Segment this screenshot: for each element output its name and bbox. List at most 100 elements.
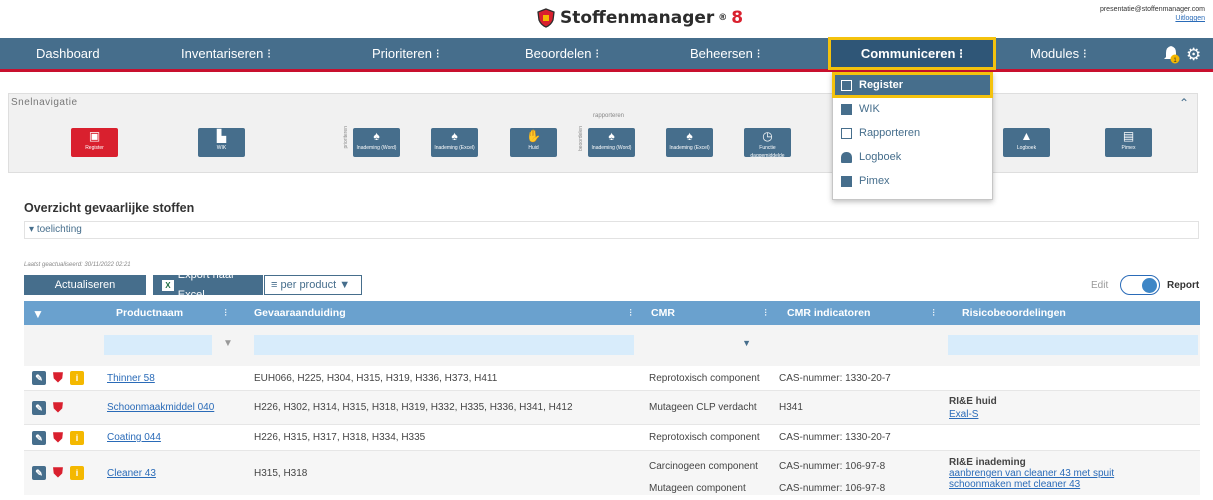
indicator-cell: CAS-nummer: 106-97-8 xyxy=(779,483,886,494)
menu-item-register[interactable]: Register xyxy=(832,72,993,98)
table-row: ✎ ⛊ i Coating 044 H226, H315, H317, H318, … xyxy=(24,425,1200,451)
risk-link[interactable]: schoonmaken met cleaner 43 xyxy=(949,479,1114,490)
cmr-cell: Reprotoxisch component xyxy=(649,432,760,443)
menu-item-label: Pimex xyxy=(859,175,890,187)
tile-prio-inademing-excel[interactable]: ♠ Inademing (Excel) xyxy=(431,128,478,157)
indicator-cell: CAS-nummer: 1330-20-7 xyxy=(779,372,891,384)
product-link[interactable]: Schoonmaakmiddel 040 xyxy=(107,391,214,424)
shield-icon[interactable]: ⛊ xyxy=(51,371,65,385)
group-label-prioriteren: prioriteren xyxy=(343,126,349,149)
lungs-icon: ♠ xyxy=(451,129,458,143)
tile-wik[interactable]: ▙ WIK xyxy=(198,128,245,157)
filter-gevaar-input[interactable] xyxy=(254,335,634,355)
col-menu-icon[interactable]: ⁝ xyxy=(932,307,935,319)
edit-icon[interactable]: ✎ xyxy=(32,430,46,445)
caret-down-icon: ▼ xyxy=(336,279,351,291)
product-link[interactable]: Thinner 58 xyxy=(107,366,155,390)
menu-item-wik[interactable]: WIK xyxy=(833,97,992,121)
chevron-down-icon: ▾ xyxy=(29,224,37,235)
col-risicobeoordelingen[interactable]: Risicobeoordelingen xyxy=(962,307,1066,319)
toggle-knob xyxy=(1142,278,1157,293)
info-icon[interactable]: i xyxy=(70,430,84,445)
nav-communiceren[interactable]: Communiceren ⁝ xyxy=(828,37,996,70)
info-icon[interactable]: i xyxy=(70,466,84,480)
gear-icon[interactable]: ⚙ xyxy=(1186,45,1201,65)
nav-modules[interactable]: Modules ⁝ xyxy=(1030,38,1087,69)
nav-beheersen[interactable]: Beheersen ⁝ xyxy=(690,38,761,69)
tile-prio-inademing-word[interactable]: ♠ Inademing (Word) xyxy=(353,128,400,157)
toelichting-toggle[interactable]: ▾ toelichting xyxy=(24,221,1199,239)
risk-title: RI&E huid xyxy=(949,396,997,407)
cmr-cell: Mutageen CLP verdacht xyxy=(649,402,757,413)
logout-link[interactable]: Uitloggen xyxy=(1100,14,1205,23)
tile-beoord-inademing-word[interactable]: ♠ Inademing (Word) xyxy=(588,128,635,157)
app-header: Stoffenmanager ® 8 presentatie@stoffenmana… xyxy=(0,0,1213,38)
filter-funnel-icon[interactable]: ▼ xyxy=(32,307,44,321)
refresh-button[interactable]: Actualiseren xyxy=(24,275,146,295)
shield-icon[interactable]: ⛊ xyxy=(51,466,65,480)
col-menu-icon[interactable]: ⁝ xyxy=(629,307,632,319)
col-menu-icon[interactable]: ⁝ xyxy=(764,307,767,319)
tile-register[interactable]: ▣ Register xyxy=(71,128,118,157)
menu-item-rapporteren[interactable]: Rapporteren xyxy=(833,121,992,145)
product-link[interactable]: Coating 044 xyxy=(107,425,161,450)
shield-icon[interactable]: ⛊ xyxy=(51,400,65,415)
risk-link[interactable]: Exal-S xyxy=(949,408,997,421)
risk-link[interactable]: aanbrengen van cleaner 43 met spuit xyxy=(949,468,1114,479)
clapper-icon: ▤ xyxy=(1122,129,1135,143)
col-cmr[interactable]: CMR xyxy=(651,307,675,319)
menu-item-logboek[interactable]: Logboek xyxy=(833,145,992,169)
risk-title: RI&E inademing xyxy=(949,457,1026,468)
nav-dashboard[interactable]: Dashboard xyxy=(36,38,100,69)
collapse-icon[interactable]: ⌃ xyxy=(1179,96,1189,110)
product-link[interactable]: Cleaner 43 xyxy=(107,451,156,495)
nav-inventariseren[interactable]: Inventariseren ⁝ xyxy=(181,38,271,69)
hand-icon: ✋ xyxy=(526,129,541,143)
user-box: presentatie@stoffenmanager.com Uitloggen xyxy=(1100,5,1205,23)
tile-label: Inademing (Word) xyxy=(591,145,632,151)
tile-label: Inademing (Excel) xyxy=(669,145,710,151)
edit-icon[interactable]: ✎ xyxy=(32,371,46,385)
menu-item-label: Register xyxy=(859,79,904,91)
filter-risico-input[interactable] xyxy=(948,335,1198,355)
menu-item-label: Rapporteren xyxy=(859,127,921,139)
tile-pimex[interactable]: ▤ Pimex xyxy=(1105,128,1152,157)
info-icon[interactable]: i xyxy=(70,371,84,385)
filter-cmr-select[interactable]: ▼ xyxy=(648,335,759,355)
edit-icon[interactable]: ✎ xyxy=(32,466,46,480)
tile-beoord-inademing-excel[interactable]: ♠ Inademing (Excel) xyxy=(666,128,713,157)
report-label: Report xyxy=(1167,280,1200,291)
export-excel-button[interactable]: X Export naar Excel xyxy=(153,269,263,301)
cmr-cell: Carcinogeen component xyxy=(649,461,758,472)
tile-functie-daggemiddelde[interactable]: ◷ Functie daggemiddelde xyxy=(744,128,791,159)
bell-small-icon: ▲ xyxy=(1020,129,1033,143)
indicator-cell: H341 xyxy=(779,402,803,413)
col-cmr-indicatoren[interactable]: CMR indicatoren xyxy=(787,307,870,319)
edit-icon[interactable]: ✎ xyxy=(32,400,46,415)
communiceren-dropdown: Register WIK Rapporteren Logboek Pimex xyxy=(832,72,993,200)
menu-item-pimex[interactable]: Pimex xyxy=(833,169,992,193)
filter-product-input[interactable] xyxy=(104,335,212,355)
export-label: Export naar Excel xyxy=(177,269,235,301)
register-icon: ▣ xyxy=(88,129,101,143)
filter-funnel-icon[interactable]: ▼ xyxy=(223,338,233,349)
edit-report-toggle[interactable] xyxy=(1120,275,1160,295)
col-productnaam[interactable]: Productnaam xyxy=(116,307,183,319)
bell-icon[interactable]: 1 xyxy=(1162,44,1180,64)
tile-prio-huid[interactable]: ✋ Huid xyxy=(510,128,557,157)
shield-icon[interactable]: ⛊ xyxy=(51,430,65,445)
tile-logboek[interactable]: ▲ Logboek xyxy=(1003,128,1050,157)
per-product-select[interactable]: ≡ per product ▼ xyxy=(264,275,362,295)
col-menu-icon[interactable]: ⁝ xyxy=(224,307,227,319)
document-icon xyxy=(841,127,852,139)
edit-label: Edit xyxy=(1091,280,1109,291)
lungs-icon: ♠ xyxy=(608,129,615,143)
col-gevaaraanduiding[interactable]: Gevaaraanduiding xyxy=(254,307,346,319)
per-product-label: per product xyxy=(280,279,337,291)
toelichting-label: toelichting xyxy=(36,224,82,235)
indicator-cell: CAS-nummer: 106-97-8 xyxy=(779,461,886,472)
nav-beoordelen[interactable]: Beoordelen ⁝ xyxy=(525,38,599,69)
brand-logo[interactable]: Stoffenmanager ® 8 xyxy=(536,8,743,28)
table-row: ✎ ⛊ i Thinner 58 EUH066, H225, H304, H315,… xyxy=(24,366,1200,391)
nav-prioriteren[interactable]: Prioriteren ⁝ xyxy=(372,38,440,69)
